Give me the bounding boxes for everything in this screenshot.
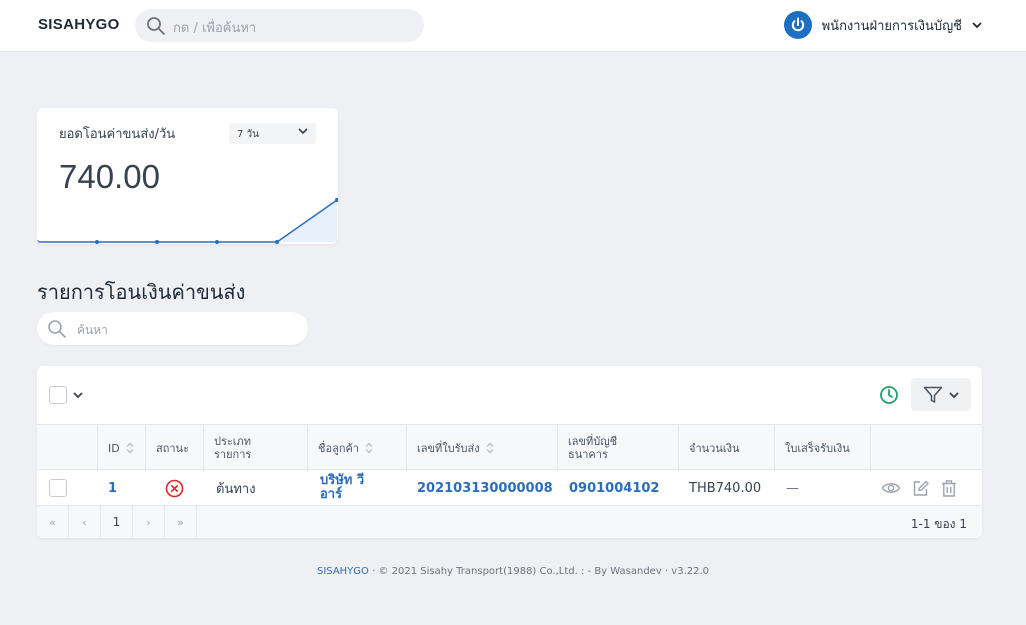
sort-icon <box>365 442 373 454</box>
row-actions <box>881 470 976 506</box>
sparkline-area <box>37 200 337 242</box>
chevron-down-icon[interactable] <box>73 391 83 399</box>
sparkline-point-1 <box>95 240 99 244</box>
history-icon[interactable] <box>879 385 899 405</box>
global-search-input[interactable]: กด / เพื่อค้นหา <box>135 9 424 42</box>
header-type: ประเภท รายการ <box>204 425 308 471</box>
header-receipt: ใบเสร็จรับเงิน <box>775 425 871 471</box>
header-actions <box>871 425 982 471</box>
sparkline-point-4 <box>275 240 279 244</box>
search-icon <box>147 17 165 35</box>
row-amount: THB740.00 <box>689 480 762 496</box>
table-row[interactable]: 1 ต้นทาง บริษัท วี อาร์ 202103130000008 … <box>37 470 982 506</box>
trend-sparkline <box>37 198 338 244</box>
row-id[interactable]: 1 <box>108 470 146 506</box>
filter-button[interactable] <box>911 378 971 411</box>
filter-icon <box>923 386 943 403</box>
daily-transfer-card: ยอดโอนค่าขนส่ง/วัน 7 วัน 740.00 <box>37 108 338 244</box>
range-select-value: 7 วัน <box>237 129 259 140</box>
last-page-button[interactable]: » <box>165 506 197 538</box>
brand-logo[interactable]: SISAHYGO <box>38 16 120 33</box>
chevron-down-icon <box>949 391 959 398</box>
page-title: รายการโอนเงินค่าขนส่ง <box>37 280 246 304</box>
search-placeholder: ค้นหา <box>77 323 108 337</box>
header-bank-account: เลขที่บัญชี ธนาคาร <box>558 425 679 471</box>
header-amount: จำนวนเงิน <box>679 425 775 471</box>
select-all-checkbox[interactable] <box>49 386 67 404</box>
sparkline-point-0 <box>37 240 39 244</box>
header-select <box>37 425 98 471</box>
sort-icon <box>126 442 134 454</box>
list-search-input[interactable]: ค้นหา <box>37 312 308 345</box>
footer-text: · © 2021 Sisahy Transport(1988) Co.,Ltd.… <box>372 566 710 577</box>
prev-page-button[interactable]: ‹ <box>69 506 101 538</box>
row-bank-account-link[interactable]: 0901004102 <box>569 470 679 506</box>
sort-icon <box>486 442 494 454</box>
transfers-table: ID สถานะ ประเภท รายการ ชื่อลูกค้า เลขที่… <box>37 366 982 538</box>
row-receipt: — <box>786 480 799 496</box>
trash-icon[interactable] <box>940 479 958 498</box>
chevron-down-icon <box>298 128 308 135</box>
row-checkbox[interactable] <box>49 479 67 497</box>
table-toolbar <box>37 366 982 424</box>
table-header: ID สถานะ ประเภท รายการ ชื่อลูกค้า เลขที่… <box>37 424 982 471</box>
next-page-button[interactable]: › <box>133 506 165 538</box>
first-page-button[interactable]: « <box>37 506 69 538</box>
chevron-down-icon <box>972 22 982 29</box>
footer-brand-link[interactable]: SISAHYGO <box>317 566 369 577</box>
search-icon <box>48 320 66 338</box>
header-status: สถานะ <box>146 425 204 471</box>
row-customer-link[interactable]: บริษัท วี อาร์ <box>320 470 390 506</box>
pagination: « ‹ 1 › » 1-1 ของ 1 <box>37 506 982 538</box>
card-value: 740.00 <box>59 158 160 195</box>
sparkline-point-2 <box>155 240 159 244</box>
user-name: พนักงานฝ่ายการเงินบัญชี <box>821 18 962 34</box>
range-select[interactable]: 7 วัน <box>229 123 316 144</box>
top-bar: SISAHYGO กด / เพื่อค้นหา พนักงานฝ่ายการเ… <box>0 0 1026 52</box>
bulk-select[interactable] <box>49 386 83 404</box>
pagination-range: 1-1 ของ 1 <box>910 517 967 531</box>
header-customer[interactable]: ชื่อลูกค้า <box>308 425 407 471</box>
edit-icon[interactable] <box>911 479 930 498</box>
header-id[interactable]: ID <box>98 425 146 471</box>
footer: SISAHYGO · © 2021 Sisahy Transport(1988)… <box>0 566 1026 577</box>
cancelled-status-icon <box>165 479 184 497</box>
header-waybill[interactable]: เลขที่ใบรับส่ง <box>407 425 558 471</box>
card-title: ยอดโอนค่าขนส่ง/วัน <box>59 127 176 142</box>
power-icon <box>783 11 812 39</box>
page-1-button[interactable]: 1 <box>101 506 133 538</box>
user-menu[interactable]: พนักงานฝ่ายการเงินบัญชี <box>783 10 982 40</box>
row-type: ต้นทาง <box>216 481 256 497</box>
row-waybill-link[interactable]: 202103130000008 <box>417 470 557 506</box>
sparkline-point-3 <box>215 240 219 244</box>
search-placeholder: กด / เพื่อค้นหา <box>173 21 257 36</box>
view-icon[interactable] <box>881 480 901 496</box>
